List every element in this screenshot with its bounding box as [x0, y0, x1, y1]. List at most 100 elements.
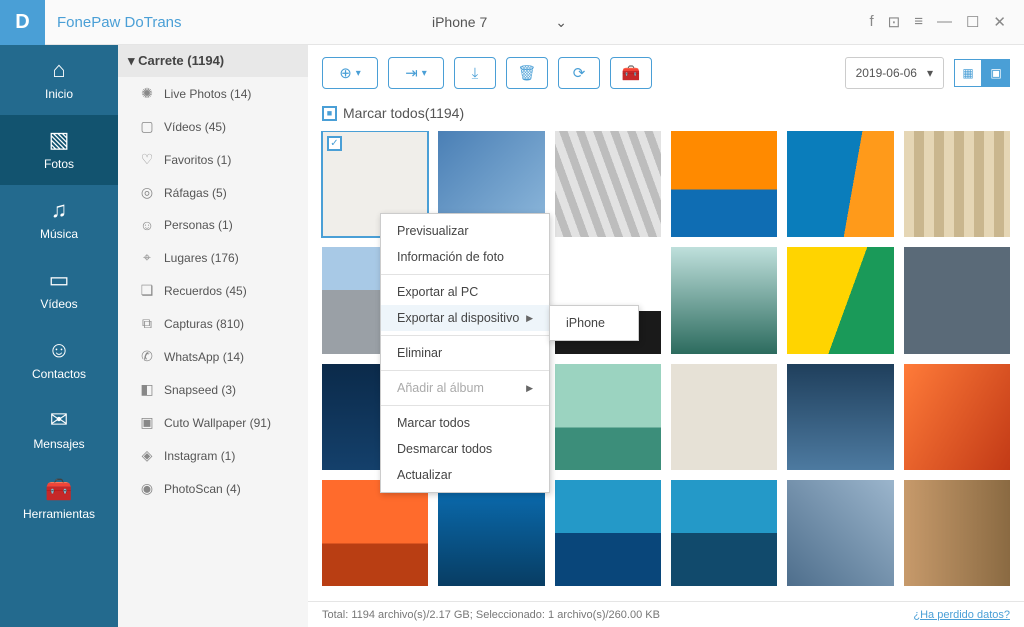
chevron-down-icon: ▾: [356, 68, 361, 79]
feedback-icon[interactable]: ⊡: [888, 13, 901, 31]
app-name: FonePaw DoTrans: [57, 14, 182, 31]
photo-thumbnail[interactable]: [555, 131, 661, 237]
album-icon: ◉: [138, 480, 156, 497]
album-icon: ♡: [138, 151, 156, 168]
refresh-icon: ⟳: [573, 64, 586, 82]
chevron-down-icon: ▾: [927, 66, 933, 80]
refresh-button[interactable]: ⟳: [558, 57, 600, 89]
nav-home[interactable]: ⌂Inicio: [0, 45, 118, 115]
lost-data-link[interactable]: ¿Ha perdido datos?: [913, 609, 1010, 621]
album-icon: ⌖: [138, 249, 156, 266]
photo-thumbnail[interactable]: [671, 247, 777, 353]
menu-icon[interactable]: ≡: [914, 13, 923, 31]
delete-button[interactable]: 🗑: [506, 57, 548, 89]
photo-thumbnail[interactable]: [671, 364, 777, 470]
photo-thumbnail[interactable]: [904, 364, 1010, 470]
chevron-right-icon: ▶: [526, 313, 533, 324]
album-label: Vídeos (45): [164, 120, 226, 134]
photo-thumbnail[interactable]: [555, 364, 661, 470]
ctx-unmark-all[interactable]: Desmarcar todos: [381, 436, 549, 462]
album-icon: ◈: [138, 447, 156, 464]
photo-thumbnail[interactable]: [671, 480, 777, 586]
context-menu: Previsualizar Información de foto Export…: [380, 213, 550, 493]
album-item[interactable]: ▢ Vídeos (45): [118, 110, 308, 143]
photo-thumbnail[interactable]: [787, 131, 893, 237]
toolbox-button[interactable]: 🧰: [610, 57, 652, 89]
album-icon: ❏: [138, 282, 156, 299]
album-header[interactable]: ▾ Carrete (1194): [118, 45, 308, 77]
maximize-icon[interactable]: ☐: [966, 13, 979, 31]
view-large-grid[interactable]: ▣: [982, 59, 1010, 87]
album-item[interactable]: ◎ Ráfagas (5): [118, 176, 308, 209]
view-small-grid[interactable]: ▦: [954, 59, 982, 87]
photo-thumbnail[interactable]: [438, 480, 544, 586]
nav-messages[interactable]: ✉Mensajes: [0, 395, 118, 465]
album-label: Ráfagas (5): [164, 186, 227, 200]
ctx-sub-iphone[interactable]: iPhone: [550, 310, 638, 336]
trash-icon: 🗑: [517, 64, 536, 82]
ctx-export-pc[interactable]: Exportar al PC: [381, 279, 549, 305]
album-item[interactable]: ⧉Capturas (810): [118, 307, 308, 340]
ctx-delete[interactable]: Eliminar: [381, 340, 549, 366]
export-device-button[interactable]: ⇥▾: [388, 57, 444, 89]
album-item[interactable]: ☺Personas (1): [118, 209, 308, 241]
photo-thumbnail[interactable]: [904, 480, 1010, 586]
nav-contacts[interactable]: ☺Contactos: [0, 325, 118, 395]
album-item[interactable]: ◈Instagram (1): [118, 439, 308, 472]
photo-thumbnail[interactable]: [904, 131, 1010, 237]
album-label: Cuto Wallpaper (91): [164, 416, 271, 430]
album-icon: ▢: [138, 118, 156, 135]
to-pc-icon: ⤓: [472, 65, 479, 82]
thumb-checkbox[interactable]: ✓: [327, 136, 342, 151]
photo-thumbnail[interactable]: [555, 480, 661, 586]
photo-thumbnail[interactable]: [787, 480, 893, 586]
close-icon[interactable]: ✕: [993, 13, 1006, 31]
album-item[interactable]: ⌖Lugares (176): [118, 241, 308, 274]
statusbar: Total: 1194 archivo(s)/2.17 GB; Seleccio…: [308, 601, 1024, 627]
device-selector[interactable]: iPhone 7 ⌄: [424, 14, 627, 31]
nav-music[interactable]: ♫Música: [0, 185, 118, 255]
nav-tools[interactable]: 🧰Herramientas: [0, 465, 118, 535]
view-toggle: ▦ ▣: [954, 59, 1010, 87]
photo-thumbnail[interactable]: [787, 364, 893, 470]
chevron-down-icon: ⌄: [555, 14, 567, 31]
album-item[interactable]: ◉PhotoScan (4): [118, 472, 308, 505]
album-icon: ◎: [138, 184, 156, 201]
window-controls: f ⊡ ≡ — ☐ ✕: [869, 13, 1024, 31]
export-pc-button[interactable]: ⤓: [454, 57, 496, 89]
minimize-icon[interactable]: —: [937, 13, 952, 31]
ctx-refresh[interactable]: Actualizar: [381, 462, 549, 488]
photo-thumbnail[interactable]: [787, 247, 893, 353]
album-panel: ▾ Carrete (1194) ✺Live Photos (14) ▢ Vídeo…: [118, 45, 308, 627]
album-label: Favoritos (1): [164, 153, 231, 167]
ctx-add-album[interactable]: Añadir al álbum▶: [381, 375, 549, 401]
select-all-checkbox[interactable]: ■: [322, 106, 337, 121]
album-icon: ◧: [138, 381, 156, 398]
album-item[interactable]: ◧Snapseed (3): [118, 373, 308, 406]
album-item[interactable]: ▣ Cuto Wallpaper (91): [118, 406, 308, 439]
facebook-icon[interactable]: f: [869, 13, 873, 31]
photo-thumbnail[interactable]: [671, 131, 777, 237]
album-item[interactable]: ✺Live Photos (14): [118, 77, 308, 110]
album-item[interactable]: ♡ Favoritos (1): [118, 143, 308, 176]
album-icon: ✆: [138, 348, 156, 365]
album-item[interactable]: ✆WhatsApp (14): [118, 340, 308, 373]
titlebar: D FonePaw DoTrans iPhone 7 ⌄ f ⊡ ≡ — ☐ ✕: [0, 0, 1024, 45]
album-icon: ▣: [138, 414, 156, 431]
ctx-mark-all[interactable]: Marcar todos: [381, 410, 549, 436]
album-label: Personas (1): [164, 218, 233, 232]
nav-photos[interactable]: ▧Fotos: [0, 115, 118, 185]
select-all-row[interactable]: ■ Marcar todos(1194): [308, 101, 1024, 131]
chevron-right-icon: ▶: [526, 383, 533, 394]
home-icon: ⌂: [52, 59, 65, 81]
nav-videos[interactable]: ▭Vídeos: [0, 255, 118, 325]
photo-thumbnail[interactable]: [322, 480, 428, 586]
add-button[interactable]: ⊕▾: [322, 57, 378, 89]
album-item[interactable]: ❏Recuerdos (45): [118, 274, 308, 307]
ctx-info[interactable]: Información de foto: [381, 244, 549, 270]
ctx-preview[interactable]: Previsualizar: [381, 218, 549, 244]
date-filter[interactable]: 2019-06-06▾: [845, 57, 944, 89]
photo-thumbnail[interactable]: [904, 247, 1010, 353]
album-label: Capturas (810): [164, 317, 244, 331]
ctx-export-device[interactable]: Exportar al dispositivo▶ iPhone: [381, 305, 549, 331]
